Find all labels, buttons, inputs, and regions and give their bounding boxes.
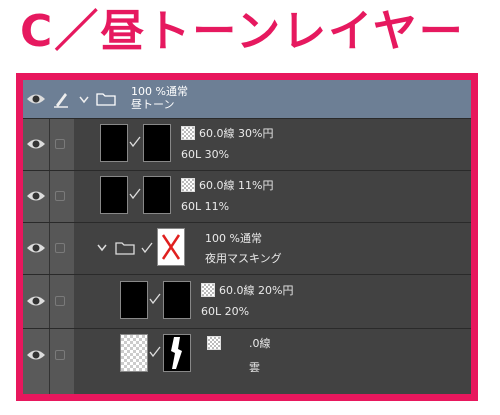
page-title: C／昼トーンレイヤー	[20, 6, 465, 57]
pencil-icon[interactable]	[53, 90, 69, 108]
folder-icon	[115, 242, 135, 255]
layer-name: 60L 30%	[181, 148, 230, 161]
tone-settings: 60.0線 30%円	[199, 127, 274, 140]
layer-row-tone-20[interactable]: 60.0線 20%円 60L 20%	[23, 274, 471, 329]
chevron-down-icon[interactable]	[79, 96, 89, 104]
tone-icon	[181, 178, 195, 192]
tone-icon	[201, 283, 215, 297]
eye-icon[interactable]	[26, 92, 46, 106]
checkmark-icon	[129, 188, 141, 200]
edit-toggle[interactable]	[55, 243, 65, 253]
eye-icon[interactable]	[26, 294, 46, 308]
eye-icon[interactable]	[26, 241, 46, 255]
layer-thumbnail	[100, 176, 128, 214]
checkmark-icon	[149, 346, 161, 358]
layer-row-tone-30[interactable]: 60.0線 30%円 60L 30%	[23, 118, 471, 171]
tone-settings: 60.0線 11%円	[199, 179, 274, 192]
mask-thumbnail	[163, 281, 191, 319]
mask-shape	[171, 337, 182, 369]
eye-icon[interactable]	[26, 348, 46, 362]
checkmark-icon	[129, 136, 141, 148]
edit-toggle[interactable]	[55, 139, 65, 149]
checkmark-icon	[141, 242, 153, 254]
eye-icon[interactable]	[26, 189, 46, 203]
layer-thumbnail	[120, 334, 148, 372]
layer-blend-label: 100 %通常	[131, 85, 188, 98]
mask-thumbnail	[163, 334, 191, 372]
edit-toggle[interactable]	[55, 191, 65, 201]
layer-row-day-tone-folder[interactable]: 100 %通常 昼トーン	[23, 80, 471, 119]
mask-thumbnail	[143, 176, 171, 214]
layer-blend-label: 100 %通常	[205, 232, 262, 245]
layer-row-night-mask-folder[interactable]: 100 %通常 夜用マスキング	[23, 222, 471, 275]
edit-toggle[interactable]	[55, 350, 65, 360]
layer-name: 60L 20%	[201, 305, 250, 318]
mask-thumbnail	[143, 124, 171, 162]
layer-name: 雲	[249, 361, 260, 374]
layer-thumbnail	[120, 281, 148, 319]
layer-row-cloud[interactable]: .0線 雲	[23, 328, 471, 394]
layer-panel-frame: 100 %通常 昼トーン 60.0線 30%円 60L 30% 60.0線 11…	[16, 73, 478, 401]
tone-icon	[181, 126, 195, 140]
edit-toggle[interactable]	[55, 296, 65, 306]
tone-icon	[207, 336, 221, 350]
red-x-icon	[161, 234, 181, 260]
eye-icon[interactable]	[26, 137, 46, 151]
layer-panel: 100 %通常 昼トーン 60.0線 30%円 60L 30% 60.0線 11…	[23, 80, 471, 394]
folder-icon	[96, 93, 116, 106]
tone-settings: 60.0線 20%円	[219, 284, 294, 297]
tone-settings: .0線	[249, 337, 271, 350]
layer-name: 60L 11%	[181, 200, 230, 213]
checkmark-icon	[149, 293, 161, 305]
layer-name: 夜用マスキング	[205, 252, 282, 265]
layer-thumbnail	[100, 124, 128, 162]
layer-name: 昼トーン	[131, 98, 175, 111]
layer-row-tone-11[interactable]: 60.0線 11%円 60L 11%	[23, 170, 471, 223]
chevron-down-icon[interactable]	[97, 244, 107, 252]
mask-thumbnail	[157, 228, 185, 266]
